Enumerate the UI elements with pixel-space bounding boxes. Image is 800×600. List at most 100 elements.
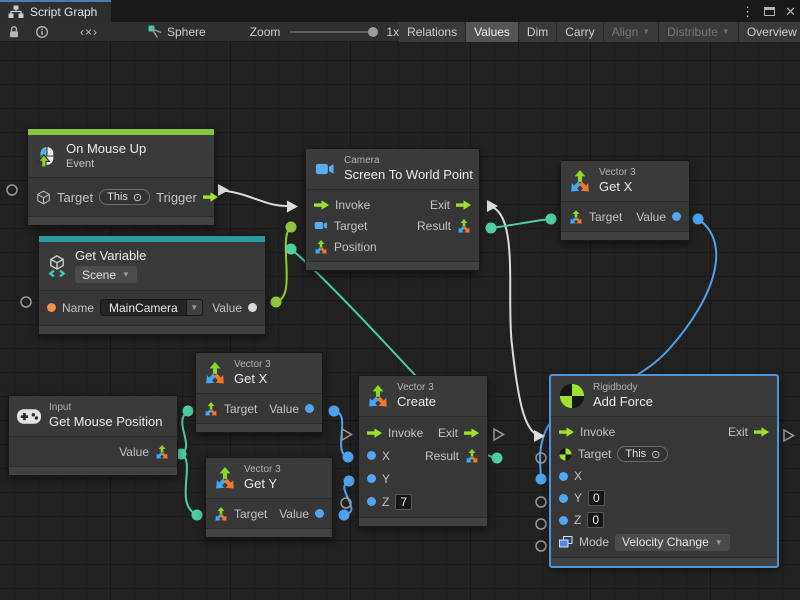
vector3-port-icon[interactable] — [204, 402, 218, 416]
code-view-button[interactable]: ‹×› — [56, 22, 122, 42]
port-dot[interactable] — [192, 510, 203, 521]
wire-gety-to-create-y[interactable] — [344, 481, 351, 515]
flow-arrow-icon[interactable] — [367, 428, 382, 438]
string-port-dot[interactable] — [47, 303, 56, 312]
flow-arrow-icon[interactable] — [559, 427, 574, 437]
flow-arrow-icon[interactable] — [456, 200, 471, 210]
open-port-circle[interactable] — [536, 453, 546, 463]
vector3-port-icon[interactable] — [214, 507, 228, 521]
node-vector3-get-y[interactable]: Vector 3 Get Y Target Value — [205, 457, 333, 538]
node-vector3-get-x-mid[interactable]: Vector 3 Get X Target Value — [195, 352, 323, 433]
port-dot[interactable] — [546, 214, 557, 225]
port-dot[interactable] — [271, 297, 282, 308]
overview-button[interactable]: Overview — [739, 22, 800, 42]
node-rigidbody-add-force[interactable]: Rigidbody Add Force Invoke Exit Target — [550, 375, 778, 567]
port-dot[interactable] — [536, 474, 547, 485]
open-port-circle[interactable] — [536, 497, 546, 507]
values-toggle[interactable]: Values — [466, 22, 518, 42]
flow-arrow-icon[interactable] — [203, 192, 218, 202]
flow-arrow-icon[interactable] — [314, 200, 329, 210]
inspect-button[interactable] — [28, 22, 56, 42]
this-target-button[interactable]: This ⊙ — [617, 446, 668, 462]
port-dot[interactable] — [492, 453, 503, 464]
node-vector3-create[interactable]: Vector 3 Create Invoke Exit X — [358, 375, 488, 527]
port-dot[interactable] — [693, 214, 704, 225]
wire-trigger-to-invoke[interactable] — [218, 190, 288, 206]
float-port-dot[interactable] — [305, 404, 314, 413]
enum-port-icon[interactable] — [559, 536, 573, 548]
port-dot[interactable] — [183, 406, 194, 417]
gameobject-cube-icon[interactable] — [36, 190, 51, 205]
float-port-dot[interactable] — [367, 497, 376, 506]
window-menu-icon[interactable]: ⋮ — [741, 5, 754, 18]
open-port-triangle[interactable] — [342, 429, 352, 440]
variable-name-field[interactable]: MainCamera ▼ — [100, 299, 203, 316]
object-picker-icon[interactable]: ⊙ — [651, 448, 660, 461]
wire-exit-to-addforce-invoke[interactable] — [489, 206, 537, 435]
float-port-dot[interactable] — [559, 516, 568, 525]
window-maximize-icon[interactable] — [764, 7, 775, 16]
force-mode-dropdown[interactable]: Velocity Change ▼ — [615, 534, 730, 551]
object-port-dot[interactable] — [248, 303, 257, 312]
zoom-slider[interactable] — [290, 31, 376, 33]
graph-canvas[interactable]: On Mouse Up Event Target This ⊙ Trigger — [0, 42, 800, 600]
flow-arrow-icon[interactable] — [464, 428, 479, 438]
wire-getx-to-create-x[interactable] — [334, 411, 348, 457]
wire-variable-to-target[interactable] — [276, 227, 291, 302]
open-port-triangle[interactable] — [784, 430, 794, 441]
port-dot[interactable] — [343, 452, 354, 463]
open-port-circle[interactable] — [536, 519, 546, 529]
tab-script-graph[interactable]: Script Graph — [0, 0, 111, 22]
open-port-circle[interactable] — [536, 541, 546, 551]
this-target-button[interactable]: This ⊙ — [99, 189, 150, 205]
port-dot[interactable] — [286, 222, 297, 233]
flow-arrow-icon[interactable] — [754, 427, 769, 437]
node-footer — [9, 466, 177, 475]
open-port-circle[interactable] — [341, 498, 351, 508]
z-value-field[interactable]: 0 — [587, 512, 604, 528]
port-dot[interactable] — [486, 223, 497, 234]
wire-result-to-topgetx[interactable] — [491, 219, 551, 228]
port-dot[interactable] — [329, 406, 340, 417]
port-dot[interactable] — [286, 244, 297, 255]
vector3-port-icon[interactable] — [314, 240, 328, 254]
node-screen-to-world-point[interactable]: Camera Screen To World Point Invoke Exit… — [305, 148, 480, 271]
wire-mouse-to-getx[interactable] — [181, 411, 188, 454]
open-port-circle[interactable] — [7, 185, 17, 195]
z-value-field[interactable]: 7 — [395, 494, 412, 510]
window-close-icon[interactable]: ✕ — [785, 5, 796, 18]
vector3-port-icon[interactable] — [465, 449, 479, 463]
zoom-slider-handle[interactable] — [368, 27, 378, 37]
port-dot[interactable] — [344, 476, 355, 487]
wire-mouse-to-gety[interactable] — [181, 454, 197, 515]
carry-toggle[interactable]: Carry — [557, 22, 602, 42]
open-port-triangle[interactable] — [494, 429, 504, 440]
node-get-variable[interactable]: Get Variable Scene ▼ Name MainCamera ▼ — [38, 235, 266, 335]
camera-port-icon[interactable] — [314, 220, 328, 231]
lock-button[interactable] — [0, 22, 28, 42]
float-port-dot[interactable] — [367, 474, 376, 483]
node-vector3-get-x-top[interactable]: Vector 3 Get X Target Value — [560, 160, 690, 241]
node-footer — [306, 261, 479, 270]
open-port-circle[interactable] — [21, 297, 31, 307]
node-get-mouse-position[interactable]: Input Get Mouse Position Value — [8, 395, 178, 476]
dim-toggle[interactable]: Dim — [519, 22, 556, 42]
vector3-port-icon[interactable] — [457, 219, 471, 233]
float-port-dot[interactable] — [559, 494, 568, 503]
align-dropdown[interactable]: Align▼ — [604, 22, 659, 42]
graph-target-button[interactable]: Sphere — [140, 22, 214, 42]
vector3-port-icon[interactable] — [155, 445, 169, 459]
float-port-dot[interactable] — [367, 451, 376, 460]
distribute-dropdown[interactable]: Distribute▼ — [659, 22, 738, 42]
float-port-dot[interactable] — [672, 212, 681, 221]
node-on-mouse-up[interactable]: On Mouse Up Event Target This ⊙ Trigger — [27, 128, 215, 226]
object-picker-icon[interactable]: ⊙ — [133, 191, 142, 204]
float-port-dot[interactable] — [315, 509, 324, 518]
y-value-field[interactable]: 0 — [588, 490, 605, 506]
vector3-port-icon[interactable] — [569, 210, 583, 224]
rigidbody-port-icon[interactable] — [559, 448, 572, 461]
port-dot[interactable] — [339, 510, 350, 521]
float-port-dot[interactable] — [559, 472, 568, 481]
relations-toggle[interactable]: Relations — [399, 22, 465, 42]
variable-scope-dropdown[interactable]: Scene ▼ — [75, 266, 137, 283]
